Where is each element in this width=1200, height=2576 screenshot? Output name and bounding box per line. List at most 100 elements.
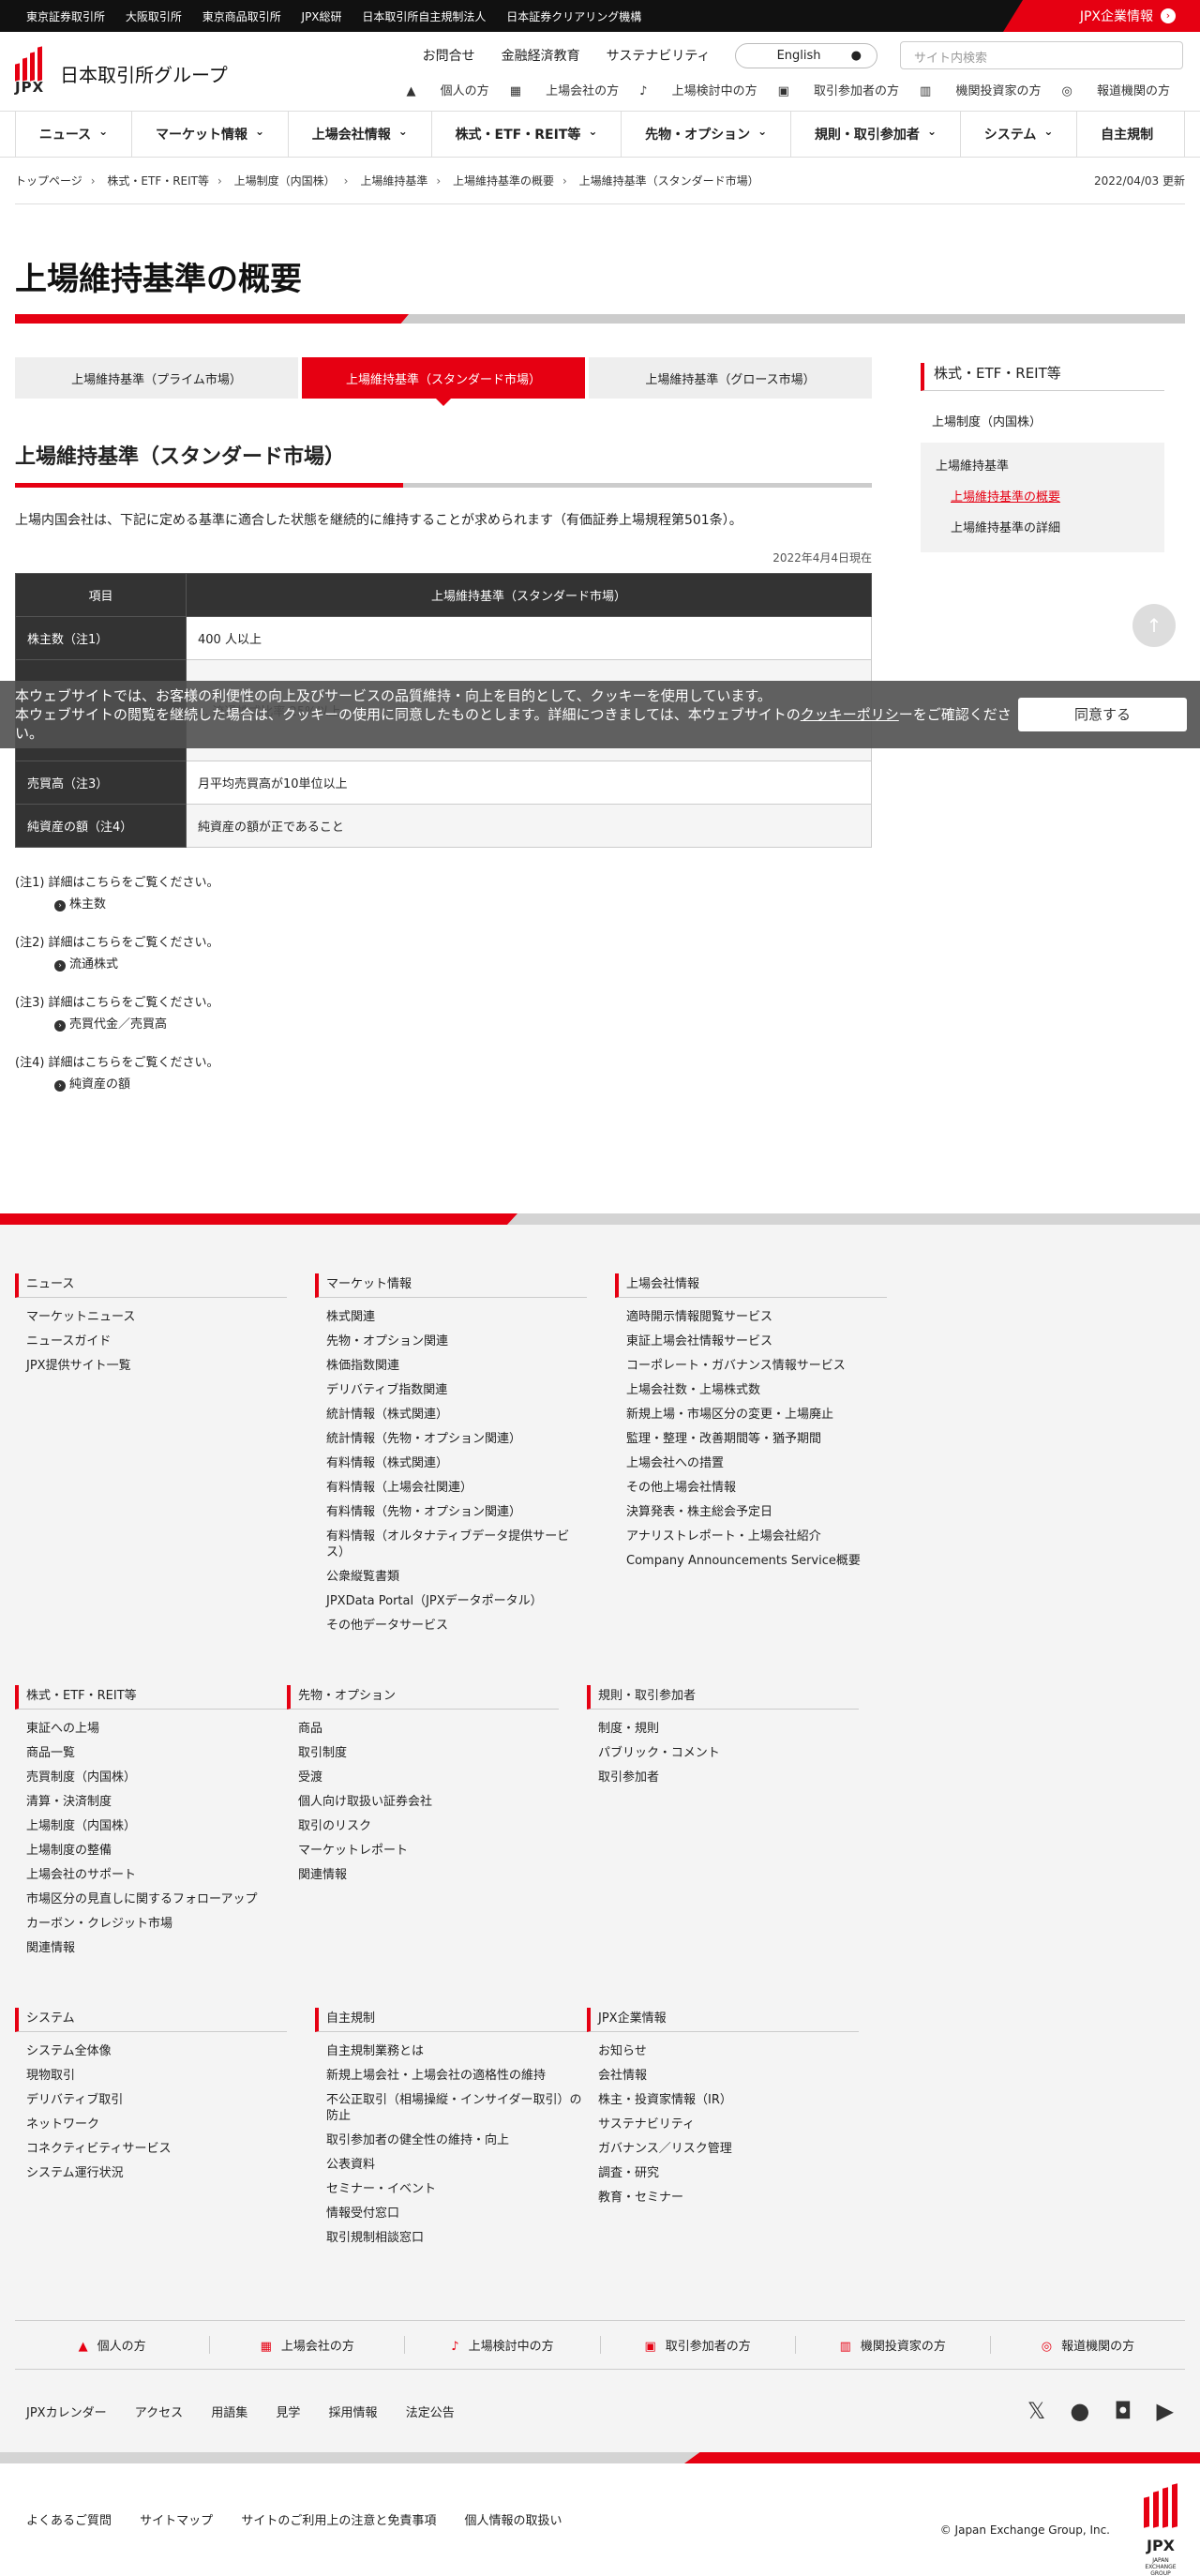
footer-link[interactable]: 個人向け取扱い証券会社	[298, 1794, 559, 1810]
footer-bottom-link[interactable]: 個人情報の取扱い	[464, 2514, 562, 2528]
gnav-regulation[interactable]: 自主規制	[1077, 112, 1185, 157]
audience-prospective[interactable]: ♪ 上場検討中の方	[639, 81, 757, 98]
footer-bottom-link[interactable]: サイトマップ	[140, 2514, 213, 2528]
note-link[interactable]: › 純資産の額	[54, 1074, 872, 1092]
footer-link[interactable]: 上場制度（内国株）	[26, 1818, 287, 1834]
footer-column-title[interactable]: 先物・オプション	[287, 1685, 559, 1710]
footer-link[interactable]: セミナー・イベント	[326, 2181, 587, 2197]
audience-institutional[interactable]: ▥ 機関投資家の方	[920, 81, 1041, 98]
footer-column-title[interactable]: JPX企業情報	[587, 2008, 859, 2032]
footer-audience-prospective[interactable]: ♪ 上場検討中の方	[405, 2336, 601, 2354]
group-link[interactable]: JPX総研	[302, 10, 342, 23]
footer-link[interactable]: 統計情報（株式関連）	[326, 1407, 587, 1423]
footer-link[interactable]: パブリック・コメント	[598, 1745, 859, 1761]
footer-audience-individual[interactable]: ▲ 個人の方	[15, 2336, 211, 2354]
sustainability-link[interactable]: サステナビリティ	[607, 46, 711, 65]
site-logo[interactable]: JPX 日本取引所グループ	[13, 43, 228, 96]
footer-audience-press[interactable]: ◎ 報道機関の方	[991, 2336, 1185, 2354]
footer-link[interactable]: 上場会社数・上場株式数	[626, 1382, 887, 1398]
footer-sub-link[interactable]: 採用情報	[329, 2406, 378, 2420]
group-link[interactable]: 大阪取引所	[126, 10, 182, 23]
footer-link[interactable]: 制度・規則	[598, 1721, 859, 1737]
footer-link[interactable]: Company Announcements Service概要	[626, 1553, 887, 1569]
footer-link[interactable]: 上場会社への措置	[626, 1455, 887, 1471]
note-link[interactable]: › 株主数	[54, 894, 872, 911]
audience-listed[interactable]: ▦ 上場会社の方	[510, 81, 619, 98]
footer-link[interactable]: 商品一覧	[26, 1745, 287, 1761]
footer-link[interactable]: 取引参加者	[598, 1770, 859, 1785]
footer-column-title[interactable]: 株式・ETF・REIT等	[15, 1685, 287, 1710]
footer-link[interactable]: 株主・投資家情報（IR）	[598, 2092, 859, 2108]
footer-column-title[interactable]: 自主規制	[315, 2008, 587, 2032]
footer-link[interactable]: 決算発表・株主総会予定日	[626, 1504, 887, 1520]
footer-link[interactable]: ネットワーク	[26, 2117, 287, 2132]
footer-link[interactable]: 監理・整理・改善期間等・猶予期間	[626, 1431, 887, 1447]
group-link[interactable]: 日本取引所自主規制法人	[362, 10, 486, 23]
footer-link[interactable]: 有料情報（上場会社関連）	[326, 1480, 587, 1496]
tab-growth[interactable]: 上場維持基準（グロース市場）	[589, 357, 872, 399]
x-icon[interactable]: 𝕏	[1028, 2398, 1045, 2424]
footer-link[interactable]: その他上場会社情報	[626, 1480, 887, 1496]
footer-link[interactable]: 関連情報	[298, 1867, 559, 1883]
cookie-policy-link[interactable]: クッキーポリシ	[801, 706, 899, 723]
footer-link[interactable]: 有料情報（オルタナティブデータ提供サービス）	[326, 1529, 587, 1560]
footer-column-title[interactable]: 規則・取引参加者	[587, 1685, 859, 1710]
note-link[interactable]: › 売買代金／売買高	[54, 1014, 872, 1032]
footer-link[interactable]: 市場区分の見直しに関するフォローアップ	[26, 1891, 287, 1907]
footer-link[interactable]: 取引参加者の健全性の維持・向上	[326, 2132, 587, 2148]
gnav-system[interactable]: システム	[961, 112, 1078, 157]
financial-education-link[interactable]: 金融経済教育	[502, 46, 580, 65]
gnav-listed[interactable]: 上場会社情報	[289, 112, 432, 157]
audience-press[interactable]: ◎ 報道機関の方	[1062, 81, 1171, 98]
note-link[interactable]: › 流通株式	[54, 954, 872, 972]
corporate-info-link[interactable]: JPX企業情報 ›	[1003, 0, 1200, 32]
footer-link[interactable]: 教育・セミナー	[598, 2190, 859, 2206]
footer-link[interactable]: 取引規制相談窓口	[326, 2230, 587, 2246]
footer-column-title[interactable]: システム	[15, 2008, 287, 2032]
breadcrumb-item[interactable]: 上場維持基準	[360, 174, 428, 188]
contact-link[interactable]: お問合せ	[423, 46, 475, 65]
footer-link[interactable]: 公衆縦覧書類	[326, 1569, 587, 1585]
tab-standard[interactable]: 上場維持基準（スタンダード市場）	[302, 357, 585, 406]
group-link[interactable]: 日本証券クリアリング機構	[506, 10, 641, 23]
group-link[interactable]: 東京証券取引所	[26, 10, 105, 23]
footer-link[interactable]: 売買制度（内国株）	[26, 1770, 287, 1785]
footer-logo[interactable]: JPX JAPAN EXCHANGE GROUP	[1136, 2483, 1185, 2576]
group-link[interactable]: 東京商品取引所	[202, 10, 281, 23]
footer-column-title[interactable]: 上場会社情報	[615, 1273, 887, 1298]
gnav-derivatives[interactable]: 先物・オプション	[622, 112, 792, 157]
english-button[interactable]: English ●	[734, 42, 878, 68]
footer-link[interactable]: ニュースガイド	[26, 1333, 287, 1349]
footer-link[interactable]: 上場制度の整備	[26, 1843, 287, 1859]
footer-link[interactable]: デリバティブ指数関連	[326, 1382, 587, 1398]
footer-link[interactable]: 会社情報	[598, 2068, 859, 2084]
gnav-news[interactable]: ニュース	[15, 112, 133, 157]
footer-bottom-link[interactable]: よくあるご質問	[26, 2514, 112, 2528]
footer-link[interactable]: 公表資料	[326, 2157, 587, 2173]
footer-link[interactable]: システム全体像	[26, 2043, 287, 2059]
footer-link[interactable]: 受渡	[298, 1770, 559, 1785]
gnav-equities[interactable]: 株式・ETF・REIT等	[432, 112, 622, 157]
footer-link[interactable]: 東証上場会社情報サービス	[626, 1333, 887, 1349]
gnav-rules[interactable]: 規則・取引参加者	[791, 112, 961, 157]
youtube-icon[interactable]: ▶	[1157, 2398, 1174, 2424]
footer-link[interactable]: コーポレート・ガバナンス情報サービス	[626, 1358, 887, 1374]
footer-link[interactable]: デリバティブ取引	[26, 2092, 287, 2108]
footer-link[interactable]: 自主規制業務とは	[326, 2043, 587, 2059]
cookie-agree-button[interactable]: 同意する	[1018, 698, 1187, 731]
footer-link[interactable]: 統計情報（先物・オプション関連）	[326, 1431, 587, 1447]
audience-participant[interactable]: ▣ 取引参加者の方	[778, 81, 899, 98]
footer-link[interactable]: サステナビリティ	[598, 2117, 859, 2132]
footer-link[interactable]: ガバナンス／リスク管理	[598, 2141, 859, 2157]
footer-link[interactable]: 現物取引	[26, 2068, 287, 2084]
search-input[interactable]: サイト内検索	[900, 41, 1183, 69]
footer-link[interactable]: 株価指数関連	[326, 1358, 587, 1374]
footer-link[interactable]: 先物・オプション関連	[326, 1333, 587, 1349]
footer-link[interactable]: 取引のリスク	[298, 1818, 559, 1834]
footer-link[interactable]: アナリストレポート・上場会社紹介	[626, 1529, 887, 1544]
footer-sub-link[interactable]: 用語集	[211, 2406, 248, 2420]
footer-bottom-link[interactable]: サイトのご利用上の注意と免責事項	[241, 2514, 436, 2528]
instagram-icon[interactable]: ◘	[1114, 2398, 1132, 2424]
sidebar-item-listing-system[interactable]: 上場制度（内国株）	[921, 412, 1164, 429]
footer-sub-link[interactable]: アクセス	[135, 2406, 183, 2420]
